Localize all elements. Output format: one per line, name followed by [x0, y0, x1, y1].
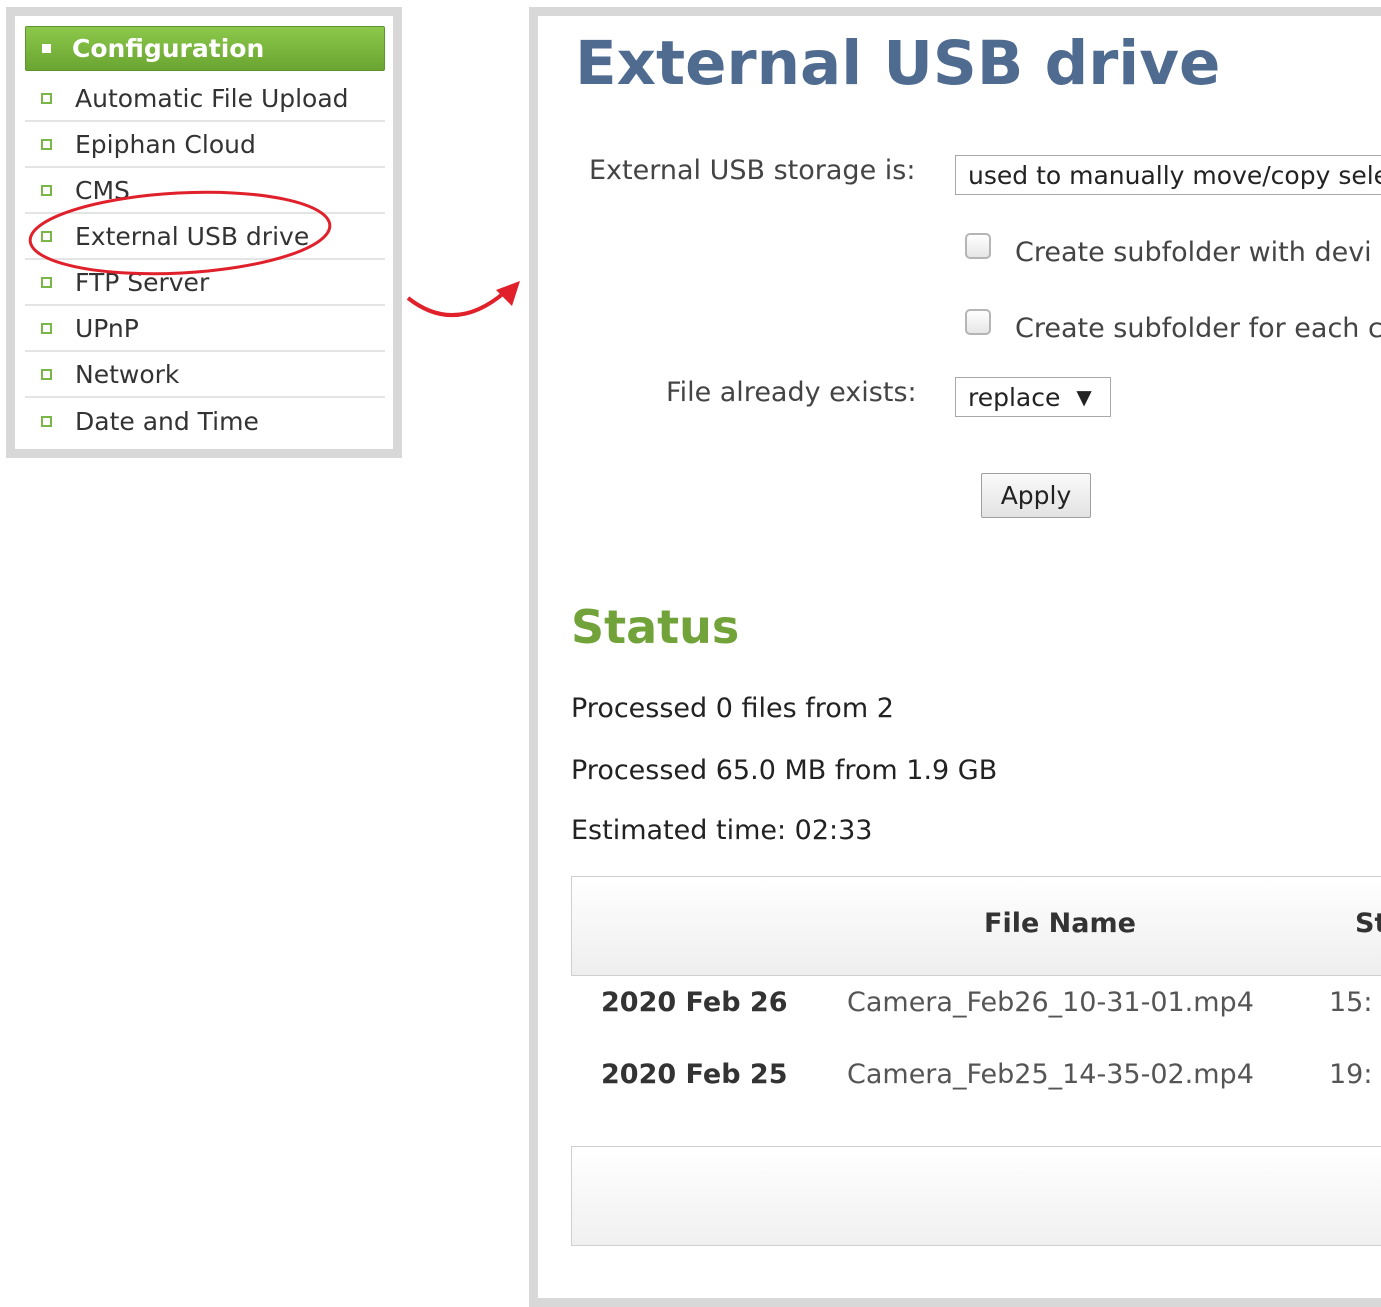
nav-item-label: External USB drive [75, 221, 310, 251]
file-exists-label: File already exists: [666, 377, 917, 408]
square-bullet-icon [41, 138, 52, 150]
nav-header-configuration[interactable]: Configuration [25, 26, 385, 71]
status-heading: Status [571, 600, 740, 654]
square-bullet-icon [41, 92, 52, 104]
nav-item-label: UPnP [75, 313, 139, 343]
table-row-date: 2020 Feb 26 [601, 987, 788, 1018]
storage-select[interactable]: used to manually move/copy sele [955, 155, 1381, 195]
subfolder-each-checkbox[interactable] [965, 309, 991, 335]
table-row-time: 15: [1329, 987, 1373, 1018]
config-nav-panel: Configuration Automatic File Upload Epip… [6, 7, 402, 458]
file-table-header [571, 876, 1381, 976]
subfolder-device-checkbox[interactable] [965, 233, 991, 259]
page-title: External USB drive [575, 28, 1221, 99]
nav-item-label: CMS [75, 175, 130, 205]
dropdown-arrow-icon: ▼ [1076, 385, 1092, 409]
table-row-file: Camera_Feb25_14-35-02.mp4 [847, 1059, 1254, 1090]
main-panel [529, 7, 1381, 1307]
square-bullet-icon [41, 184, 52, 196]
apply-button[interactable]: Apply [981, 473, 1091, 518]
file-exists-select[interactable]: replace ▼ [955, 377, 1111, 417]
storage-label: External USB storage is: [589, 155, 916, 186]
nav-item-cms[interactable]: CMS [25, 168, 385, 214]
arrow-head-icon [496, 281, 520, 306]
status-size-processed: Processed 65.0 MB from 1.9 GB [571, 755, 998, 786]
subfolder-each-label: Create subfolder for each c [1015, 313, 1381, 344]
nav-item-epiphan-cloud[interactable]: Epiphan Cloud [25, 122, 385, 168]
table-row-file: Camera_Feb26_10-31-01.mp4 [847, 987, 1254, 1018]
square-bullet-icon [42, 44, 51, 53]
nav-item-external-usb-drive[interactable]: External USB drive [25, 214, 385, 260]
square-bullet-icon [41, 415, 52, 427]
square-bullet-icon [41, 230, 52, 242]
nav-item-automatic-file-upload[interactable]: Automatic File Upload [25, 76, 385, 122]
nav-item-ftp-server[interactable]: FTP Server [25, 260, 385, 306]
square-bullet-icon [41, 276, 52, 288]
storage-select-value: used to manually move/copy sele [968, 160, 1381, 190]
table-row-date: 2020 Feb 25 [601, 1059, 788, 1090]
column-header-status: St [1355, 908, 1381, 939]
status-files-processed: Processed 0 files from 2 [571, 693, 894, 724]
nav-item-label: Automatic File Upload [75, 83, 349, 113]
nav-item-network[interactable]: Network [25, 352, 385, 398]
nav-header-label: Configuration [72, 34, 265, 63]
square-bullet-icon [41, 322, 52, 334]
status-estimated-time: Estimated time: 02:33 [571, 815, 873, 846]
nav-item-label: Epiphan Cloud [75, 129, 256, 159]
nav-item-label: Date and Time [75, 406, 259, 436]
column-header-file-name: File Name [984, 908, 1136, 939]
nav-item-date-and-time[interactable]: Date and Time [25, 398, 385, 444]
pointer-arrow-icon [406, 290, 507, 318]
nav-item-label: Network [75, 359, 180, 389]
subfolder-device-label: Create subfolder with devi [1015, 237, 1372, 268]
nav-item-label: FTP Server [75, 267, 210, 297]
square-bullet-icon [41, 368, 52, 380]
nav-list: Automatic File Upload Epiphan Cloud CMS … [25, 76, 385, 444]
nav-item-upnp[interactable]: UPnP [25, 306, 385, 352]
file-exists-select-value: replace [968, 382, 1061, 412]
table-row-time: 19: [1329, 1059, 1373, 1090]
file-table-footer [571, 1146, 1381, 1246]
